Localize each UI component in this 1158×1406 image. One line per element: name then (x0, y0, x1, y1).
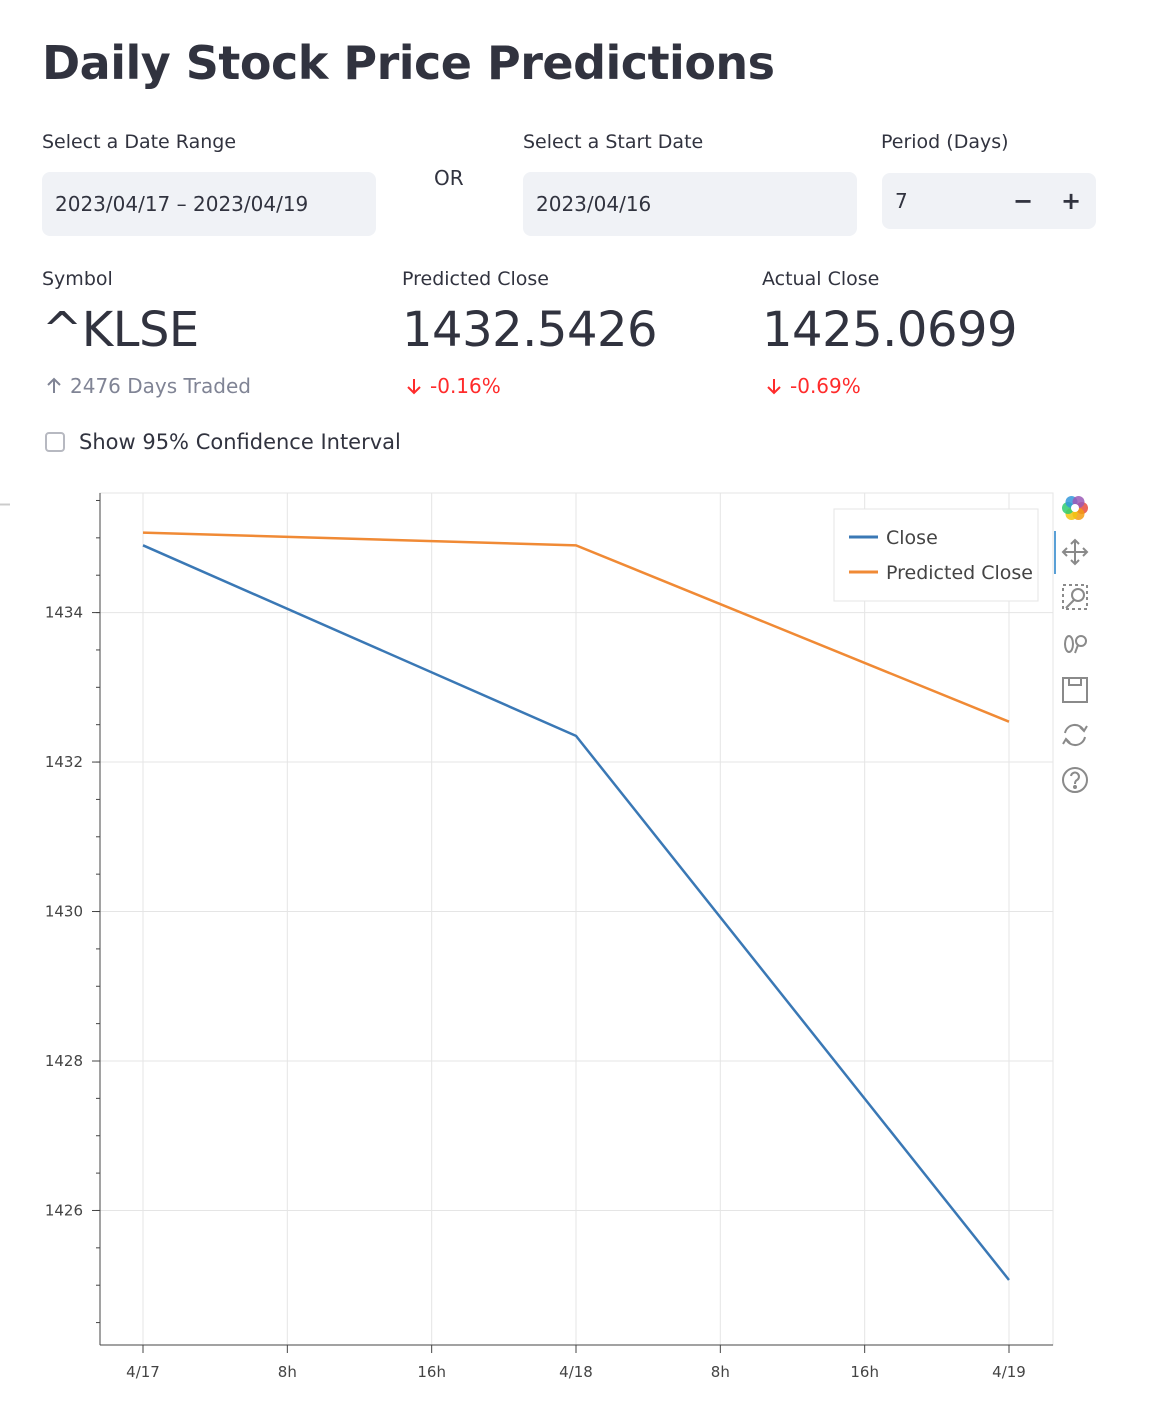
date-range-input[interactable]: 2023/04/17 – 2023/04/19 (42, 172, 376, 236)
legend-label: Close (886, 527, 938, 549)
y-tick-label: 1430 (45, 903, 83, 921)
legend-label: Predicted Close (886, 562, 1033, 584)
x-tick-label: 8h (711, 1363, 730, 1381)
period-increment-button[interactable]: + (1048, 173, 1094, 229)
start-date-value: 2023/04/16 (536, 192, 652, 216)
predicted-close-value: 1432.5426 (402, 302, 658, 358)
symbol-label: Symbol (42, 268, 113, 290)
help-icon[interactable] (1062, 767, 1088, 793)
chart-legend (833, 508, 1039, 602)
confidence-interval-label: Show 95% Confidence Interval (79, 430, 401, 454)
bokeh-logo-icon[interactable] (1062, 495, 1088, 521)
x-tick-label: 4/18 (559, 1363, 593, 1381)
symbol-value: ^KLSE (42, 302, 199, 358)
arrow-up-icon (47, 377, 61, 393)
start-date-input[interactable]: 2023/04/16 (523, 172, 857, 236)
actual-close-delta-text: -0.69% (790, 374, 861, 398)
symbol-delta: 2476 Days Traded (44, 374, 251, 398)
confidence-interval-checkbox[interactable] (45, 432, 65, 452)
period-label: Period (Days) (881, 131, 1009, 153)
confidence-interval-option[interactable]: Show 95% Confidence Interval (45, 430, 401, 454)
arrow-down-icon (767, 379, 781, 395)
reset-icon[interactable] (1062, 723, 1088, 747)
price-chart[interactable]: 4/17 8h 16h 4/18 8h 16h 4/19 1426 1428 1430 1432 14… (0, 480, 1158, 1400)
date-range-label: Select a Date Range (42, 131, 237, 153)
x-tick-label: 4/19 (992, 1363, 1026, 1381)
x-tick-label: 16h (850, 1363, 879, 1381)
date-range-value: 2023/04/17 – 2023/04/19 (55, 192, 309, 216)
period-stepper: 7 − + (882, 173, 1096, 229)
y-tick-label: 1426 (45, 1201, 83, 1219)
actual-close-delta: -0.69% (764, 374, 861, 398)
predicted-close-delta-text: -0.16% (430, 374, 501, 398)
x-tick-label: 16h (417, 1363, 446, 1381)
box-zoom-icon[interactable] (1062, 584, 1088, 610)
actual-close-value: 1425.0699 (762, 302, 1018, 358)
wheel-zoom-icon[interactable] (1064, 635, 1087, 654)
y-tick-label: 1432 (45, 753, 83, 771)
page-title: Daily Stock Price Predictions (42, 36, 775, 90)
y-tick-label: 1428 (45, 1052, 83, 1070)
save-icon[interactable] (1062, 677, 1088, 703)
actual-close-label: Actual Close (762, 268, 880, 290)
predicted-close-delta: -0.16% (404, 374, 501, 398)
predicted-close-label: Predicted Close (402, 268, 549, 290)
arrow-down-icon (407, 379, 421, 395)
period-value[interactable]: 7 (895, 189, 908, 213)
pan-icon[interactable] (1061, 538, 1089, 566)
or-text: OR (434, 166, 464, 190)
period-decrement-button[interactable]: − (1000, 173, 1046, 229)
x-tick-label: 8h (278, 1363, 297, 1381)
x-tick-label: 4/17 (126, 1363, 160, 1381)
start-date-label: Select a Start Date (523, 131, 704, 153)
y-tick-label: 1434 (45, 604, 83, 622)
symbol-delta-text: 2476 Days Traded (70, 374, 251, 398)
